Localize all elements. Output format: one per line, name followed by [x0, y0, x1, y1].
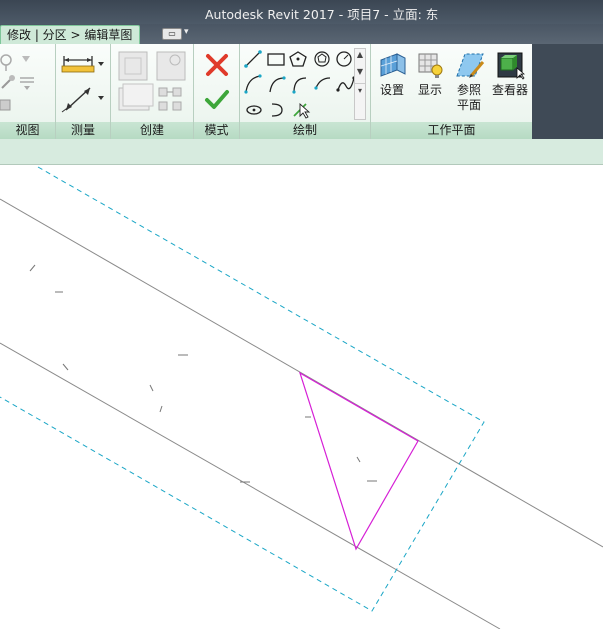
x-icon[interactable] — [204, 52, 230, 78]
panel-draw: ▲ ▼ ▾ 绘制 — [240, 44, 371, 139]
title-bar: Autodesk Revit 2017 - 项目7 - 立面: 东 — [0, 0, 603, 24]
scroll-down-icon[interactable]: ▼ — [355, 61, 365, 83]
ellipse-icon[interactable] — [246, 105, 262, 115]
options-bar — [0, 139, 603, 165]
center-arc-icon[interactable] — [292, 77, 307, 94]
polygon-icon[interactable] — [289, 51, 307, 67]
panel-workplane: 设置 显示 参照 平面 查看器 工作平面 — [371, 44, 532, 139]
ribbon-empty-area — [532, 44, 603, 139]
panel-workplane-label: 工作平面 — [371, 122, 532, 139]
reference-plane-icon — [456, 53, 485, 78]
spline-icon[interactable] — [336, 76, 354, 92]
gallery-expand-icon[interactable]: ▾ — [355, 83, 365, 98]
chevron-down-icon[interactable]: ▾ — [184, 27, 189, 37]
panel-mode: 模式 — [194, 44, 240, 139]
workplane-grid-icon — [380, 53, 406, 77]
reference-plane-label: 参照 平面 — [456, 83, 481, 112]
boundary-dashed-outline[interactable] — [0, 166, 485, 612]
measure-between-references-icon[interactable] — [58, 82, 108, 116]
ribbon: 视图 测量 创建 模式 ▲ ▼ ▾ 绘制 设置 显示 参照 平面 查看器 工作平… — [0, 44, 532, 140]
panel-measure: 测量 — [56, 44, 111, 139]
draw-gallery-scrollbar[interactable]: ▲ ▼ ▾ — [354, 48, 366, 120]
reference-plane-button[interactable]: 参照 平面 — [449, 50, 489, 113]
circle-icon[interactable] — [336, 51, 352, 67]
panel-draw-label: 绘制 — [240, 122, 370, 139]
tab-modify-zone-edit-sketch[interactable]: 修改 | 分区 > 编辑草图 — [0, 25, 140, 44]
drawing-canvas[interactable] — [0, 165, 603, 630]
viewer-button[interactable]: 查看器 — [489, 50, 531, 98]
model-line-upper[interactable] — [0, 198, 603, 548]
show-workplane-label: 显示 — [417, 83, 442, 97]
set-workplane-button[interactable]: 设置 — [373, 50, 411, 98]
viewer-label: 查看器 — [491, 83, 528, 97]
panel-view: 视图 — [0, 44, 56, 139]
elevation-view[interactable] — [0, 165, 603, 630]
panel-create-label: 创建 — [111, 122, 193, 139]
line-icon[interactable] — [244, 50, 262, 68]
draw-tools-gallery — [244, 50, 354, 119]
rectangle-icon[interactable] — [267, 53, 285, 66]
pick-lines-icon[interactable] — [293, 102, 311, 119]
panel-mode-label: 模式 — [194, 122, 239, 139]
partial-ellipse-icon[interactable] — [271, 103, 283, 117]
check-icon[interactable] — [204, 88, 230, 112]
workplane-viewer-icon — [497, 52, 526, 80]
create-tools-icon[interactable] — [115, 48, 191, 118]
set-workplane-label: 设置 — [379, 83, 404, 97]
panel-view-label: 视图 — [0, 122, 55, 139]
show-workplane-button[interactable]: 显示 — [411, 50, 449, 98]
model-line-lower[interactable] — [0, 342, 501, 630]
view-tools-icon[interactable] — [0, 48, 54, 118]
minimize-ribbon-button[interactable]: ▭ — [162, 28, 182, 40]
aligned-dimension-icon[interactable] — [58, 50, 108, 80]
panel-measure-label: 测量 — [56, 122, 110, 139]
window-title: Autodesk Revit 2017 - 项目7 - 立面: 东 — [205, 7, 439, 22]
scroll-up-icon[interactable]: ▲ — [355, 49, 365, 61]
tangent-arc-icon[interactable] — [314, 77, 331, 90]
panel-create: 创建 — [111, 44, 194, 139]
show-grid-bulb-icon — [418, 53, 443, 78]
circumscribed-polygon-icon[interactable] — [314, 51, 330, 67]
arc-icon[interactable] — [244, 74, 262, 94]
start-end-arc-icon[interactable] — [269, 76, 286, 93]
